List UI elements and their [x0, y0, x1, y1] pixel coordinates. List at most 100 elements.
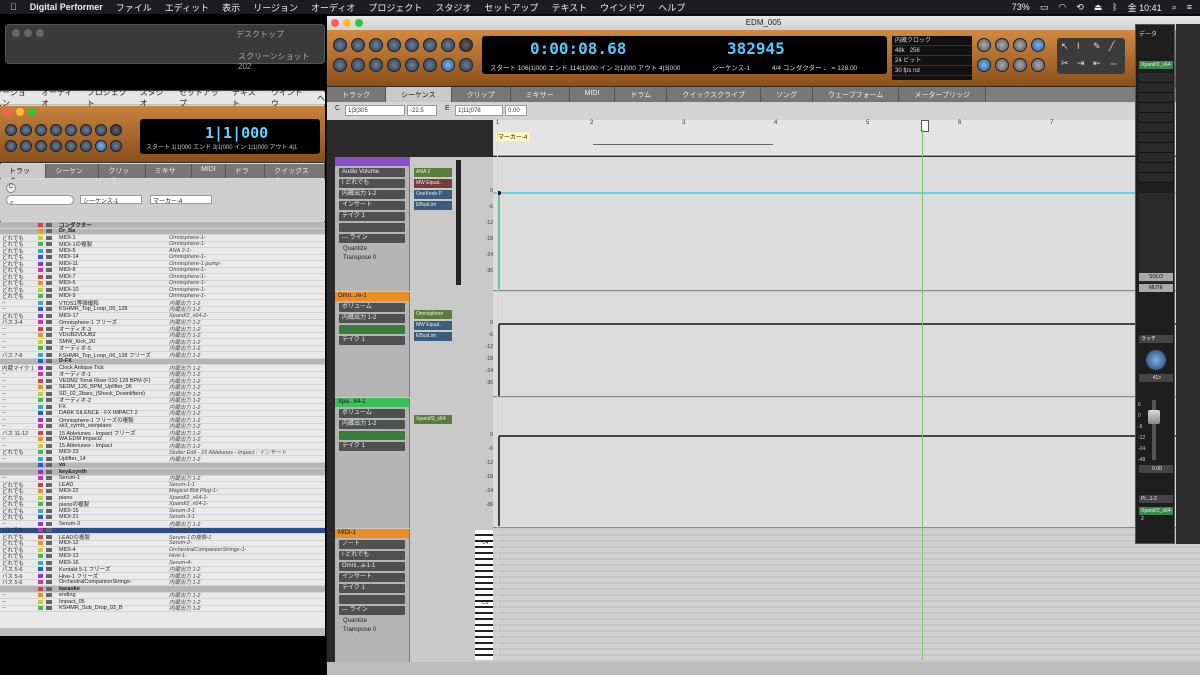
track-color-swatch[interactable]: [38, 593, 43, 598]
tab-tracks[interactable]: トラック: [0, 164, 47, 185]
track-color-swatch[interactable]: [38, 261, 43, 266]
track-input[interactable]: --: [0, 397, 38, 403]
track-output[interactable]: Omnisphere-1-: [165, 241, 295, 247]
menu-audio[interactable]: オーディオ: [311, 1, 355, 14]
track-output[interactable]: 内蔵出力 1-2: [165, 578, 295, 586]
track-select[interactable]: テイク 1: [339, 336, 405, 345]
record-enable-icon[interactable]: [46, 365, 52, 370]
track-color-swatch[interactable]: [38, 482, 43, 487]
track-name[interactable]: SEDM_126_BPM_Uplifter_06: [55, 384, 165, 390]
track-name[interactable]: ending: [55, 592, 165, 598]
track-name[interactable]: D-FX: [55, 358, 165, 364]
transpose-label[interactable]: Transpose 0: [343, 627, 401, 633]
pan-knob[interactable]: [1146, 350, 1166, 370]
track-name[interactable]: OrchestralCompanionStrings-: [55, 579, 165, 585]
to-start-icon[interactable]: [387, 38, 401, 52]
record-enable-icon[interactable]: [46, 333, 52, 338]
record-enable-icon[interactable]: [46, 593, 52, 598]
track-input[interactable]: --: [0, 326, 38, 332]
tab-quickscribe[interactable]: クイックスクライブ: [667, 87, 762, 102]
track-header[interactable]: MIDI-1: [335, 529, 409, 538]
track-color-swatch[interactable]: [38, 495, 43, 500]
track-input[interactable]: --: [0, 391, 38, 397]
track-color-swatch[interactable]: [38, 274, 43, 279]
plugin-slot[interactable]: MW Equal..: [414, 179, 452, 188]
record-enable-icon[interactable]: [46, 495, 52, 500]
plugin-slot[interactable]: OneKnob P: [414, 190, 452, 199]
slave-mode-icon[interactable]: [1031, 58, 1045, 72]
clock-source[interactable]: 内蔵クロック: [892, 36, 972, 46]
track-color-swatch[interactable]: [38, 463, 43, 468]
track-lane[interactable]: [493, 157, 1200, 291]
record-enable-icon[interactable]: [46, 391, 52, 396]
record-enable-icon[interactable]: [46, 521, 52, 526]
trim-tool-icon[interactable]: ⇤: [1093, 58, 1101, 69]
record-enable-icon[interactable]: [46, 255, 52, 260]
track-name[interactable]: Uplifter_14: [55, 456, 165, 462]
record-enable-icon[interactable]: [46, 307, 52, 312]
track-color-swatch[interactable]: [38, 281, 43, 286]
track-select[interactable]: --- ライン: [339, 606, 405, 615]
clock-icon[interactable]: [995, 38, 1009, 52]
track-color-swatch[interactable]: [38, 294, 43, 299]
record-enable-icon[interactable]: [46, 534, 52, 539]
loop-icon[interactable]: [5, 140, 17, 152]
track-select[interactable]: --- ライン: [339, 234, 405, 243]
track-color-swatch[interactable]: [38, 352, 43, 357]
minimize-button[interactable]: [16, 108, 24, 116]
to-start-icon[interactable]: [50, 124, 62, 136]
metronome-icon[interactable]: [459, 58, 473, 72]
info-icon[interactable]: C: [6, 183, 16, 193]
transpose-value[interactable]: 0: [373, 627, 376, 633]
record-enable-icon[interactable]: [46, 372, 52, 377]
track-color-swatch[interactable]: [38, 502, 43, 507]
record-icon[interactable]: [110, 124, 122, 136]
track-select[interactable]: [339, 431, 405, 440]
track-name[interactable]: VEDM2 Tonal Riser 010 128 BPM (F): [55, 378, 165, 384]
track-output[interactable]: Serum-1-1: [165, 482, 295, 488]
close-button[interactable]: [4, 108, 12, 116]
menu-setup[interactable]: セットアップ: [484, 1, 538, 14]
track-color-swatch[interactable]: [38, 255, 43, 260]
track-color-swatch[interactable]: [38, 489, 43, 494]
tab-song[interactable]: ソング: [761, 87, 814, 102]
track-select[interactable]: テイク 1: [339, 442, 405, 451]
track-output[interactable]: Omnisphere-1 pump-: [165, 261, 295, 267]
track-color-swatch[interactable]: [38, 229, 43, 234]
menu-project[interactable]: プロジェクト: [368, 1, 422, 14]
record-enable-icon[interactable]: [46, 599, 52, 604]
countoff-icon[interactable]: [369, 58, 383, 72]
search-icon[interactable]: ⌕: [1172, 2, 1177, 13]
pan-value[interactable]: 41>: [1139, 374, 1173, 382]
track-color-swatch[interactable]: [38, 606, 43, 611]
record-enable-icon[interactable]: [46, 274, 52, 279]
record-enable-icon[interactable]: [46, 261, 52, 266]
apple-icon[interactable]: : [10, 2, 17, 12]
track-color-swatch[interactable]: [38, 300, 43, 305]
record-icon[interactable]: [459, 38, 473, 52]
record-enable-icon[interactable]: [46, 294, 52, 299]
track-color-swatch[interactable]: [38, 391, 43, 396]
record-enable-icon[interactable]: [46, 443, 52, 448]
tab-clip[interactable]: クリップ: [99, 164, 146, 185]
rewind-icon[interactable]: [5, 124, 17, 136]
record-enable-icon[interactable]: [46, 450, 52, 455]
automation-curve[interactable]: [493, 398, 1200, 528]
track-color-swatch[interactable]: [38, 560, 43, 565]
track-color-swatch[interactable]: [38, 567, 43, 572]
track-output[interactable]: Hive-1-: [165, 553, 295, 559]
search-input[interactable]: ⌕: [6, 195, 74, 206]
track-color-swatch[interactable]: [38, 404, 43, 409]
track-color-swatch[interactable]: [38, 515, 43, 520]
track-input[interactable]: --: [0, 456, 38, 462]
track-name[interactable]: Serum-3: [55, 521, 165, 527]
track-name[interactable]: MIDI-14: [55, 254, 165, 260]
track-input[interactable]: --: [0, 404, 38, 410]
volume-fader[interactable]: [1148, 410, 1160, 424]
horizontal-scrollbar[interactable]: [0, 628, 325, 636]
track-output[interactable]: 内蔵出力 1-2: [165, 455, 295, 463]
track-name[interactable]: FX: [55, 404, 165, 410]
record-enable-icon[interactable]: [46, 430, 52, 435]
record-enable-icon[interactable]: [46, 554, 52, 559]
fast-forward-icon[interactable]: [369, 38, 383, 52]
